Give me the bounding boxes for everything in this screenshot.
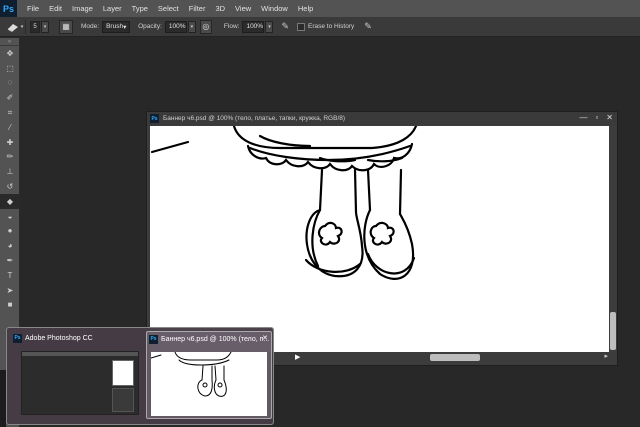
close-button[interactable]: ✕ [606, 113, 613, 122]
menu-select[interactable]: Select [158, 4, 179, 13]
menu-type[interactable]: Type [132, 4, 148, 13]
eraser-icon [7, 23, 18, 31]
move-icon[interactable]: ✥ [0, 46, 20, 61]
thumb-close-icon[interactable]: ✕ [262, 334, 268, 342]
marquee-icon[interactable]: ⬚ [0, 61, 20, 76]
opacity-slider-button[interactable]: ▾ [187, 20, 196, 33]
menu-image[interactable]: Image [72, 4, 93, 13]
play-icon[interactable]: ▶ [295, 353, 300, 361]
horizontal-scroll-thumb[interactable] [430, 354, 480, 361]
thumb-title-row: Ps Баннер ч6.psd @ 100% (тело, п... [147, 332, 271, 346]
photoshop-window: Ps File Edit Image Layer Type Select Fil… [0, 0, 640, 427]
path-select-icon[interactable]: ➤ [0, 283, 20, 298]
photoshop-doc-icon: Ps [149, 334, 158, 344]
chevron-down-icon: ▾ [268, 23, 271, 30]
vertical-scrollbar[interactable] [609, 126, 617, 352]
brush-icon[interactable]: ✏ [0, 150, 20, 165]
flow-slider-button[interactable]: ▾ [265, 20, 274, 33]
pressure-size-icon[interactable]: ✎ [364, 21, 372, 32]
menu-help[interactable]: Help [298, 4, 313, 13]
crop-icon[interactable]: ⌗ [0, 105, 20, 120]
eyedropper-icon[interactable]: ⁄ [0, 120, 20, 135]
minimize-button[interactable]: — [579, 113, 587, 122]
menu-3d[interactable]: 3D [215, 4, 225, 13]
mode-label: Mode: [81, 23, 100, 30]
flow-label: Flow: [223, 23, 240, 30]
pressure-icon: ◎ [202, 22, 210, 31]
blur-icon[interactable]: ● [0, 224, 20, 239]
shape-icon[interactable]: ■ [0, 298, 20, 313]
photoshop-app-icon: Ps [13, 333, 22, 343]
thumb-artwork [151, 352, 232, 397]
preview-document [112, 360, 134, 386]
healing-icon[interactable]: ✚ [0, 135, 20, 150]
chevron-down-icon: ▾ [20, 23, 24, 30]
history-brush-icon[interactable]: ↺ [0, 179, 20, 194]
type-icon[interactable]: T [0, 268, 20, 283]
tool-preset-picker[interactable]: ▾ [4, 19, 26, 34]
document-canvas[interactable] [150, 126, 610, 352]
erase-to-history-checkbox[interactable] [297, 22, 305, 31]
vertical-scroll-thumb[interactable] [610, 312, 616, 350]
photoshop-logo-icon: Ps [0, 0, 17, 17]
preview-panel [112, 388, 134, 412]
stamp-icon[interactable]: ⊥ [0, 164, 20, 179]
eraser-icon[interactable]: ◆ [0, 193, 20, 209]
photoshop-doc-icon: Ps [150, 114, 159, 123]
chevron-down-icon: ▾ [190, 23, 194, 30]
chevron-down-icon: ▾ [123, 23, 127, 31]
menu-bar: Ps File Edit Image Layer Type Select Fil… [0, 0, 640, 17]
brush-panel-icon: ▦ [62, 22, 70, 31]
menu-layer[interactable]: Layer [103, 4, 122, 13]
taskbar-thumbnail-popup: Ps Adobe Photoshop CC Ps Баннер ч6.psd @… [6, 327, 274, 425]
dodge-icon[interactable]: ◕ [0, 238, 20, 253]
options-bar: ▾ 5 ▾ ▦ Mode: Brush ▾ Opacity: 100% ▾ ◎ … [0, 17, 640, 37]
opacity-label: Opacity: [138, 23, 162, 30]
brush-picker-button[interactable]: ▾ [41, 20, 49, 33]
artwork-drawing [150, 126, 418, 280]
flow-field[interactable]: 100% [242, 20, 265, 33]
thumb-left-title: Adobe Photoshop CC [25, 334, 93, 342]
opacity-field[interactable]: 100% [164, 20, 187, 33]
bucket-icon[interactable]: ◒ [0, 209, 20, 224]
pressure-opacity-toggle[interactable]: ◎ [199, 19, 212, 34]
airbrush-icon[interactable]: ✎ [281, 21, 289, 32]
menu-edit[interactable]: Edit [49, 4, 62, 13]
menu-window[interactable]: Window [261, 4, 288, 13]
thumb-title-row: Ps Adobe Photoshop CC [11, 331, 141, 345]
quick-select-icon[interactable]: ✐ [0, 90, 20, 105]
taskbar-thumb-document[interactable]: Ps Баннер ч6.psd @ 100% (тело, п... ✕ [146, 331, 272, 419]
thumb-preview-document [151, 352, 267, 416]
pen-icon[interactable]: ✒ [0, 253, 20, 268]
mode-value: Brush [106, 23, 124, 30]
thumb-right-title: Баннер ч6.psd @ 100% (тело, п... [161, 335, 270, 343]
brush-size-field[interactable]: 5 [30, 20, 40, 33]
preview-menubar [22, 352, 138, 356]
panel-grip-icon[interactable]: » [0, 38, 19, 46]
menu-filter[interactable]: Filter [189, 4, 206, 13]
brush-panel-toggle[interactable]: ▦ [59, 19, 73, 34]
window-controls: — ▫ ✕ [579, 113, 613, 122]
lasso-icon[interactable]: ◌ [0, 76, 20, 91]
mode-select[interactable]: Brush ▾ [102, 20, 131, 33]
maximize-button[interactable]: ▫ [595, 113, 598, 122]
scroll-right-icon[interactable]: ▸ [604, 352, 608, 360]
document-title-bar[interactable]: Ps Баннер ч6.psd @ 100% (тело, платье, т… [147, 112, 617, 125]
document-title: Баннер ч6.psd @ 100% (тело, платье, тапк… [163, 115, 346, 122]
thumb-preview-app [21, 351, 139, 415]
erase-to-history-label: Erase to History [308, 23, 355, 30]
menu-file[interactable]: File [27, 4, 39, 13]
menu-view[interactable]: View [235, 4, 251, 13]
taskbar-thumb-photoshop[interactable]: Ps Adobe Photoshop CC [11, 331, 141, 419]
chevron-down-icon: ▾ [43, 23, 47, 30]
